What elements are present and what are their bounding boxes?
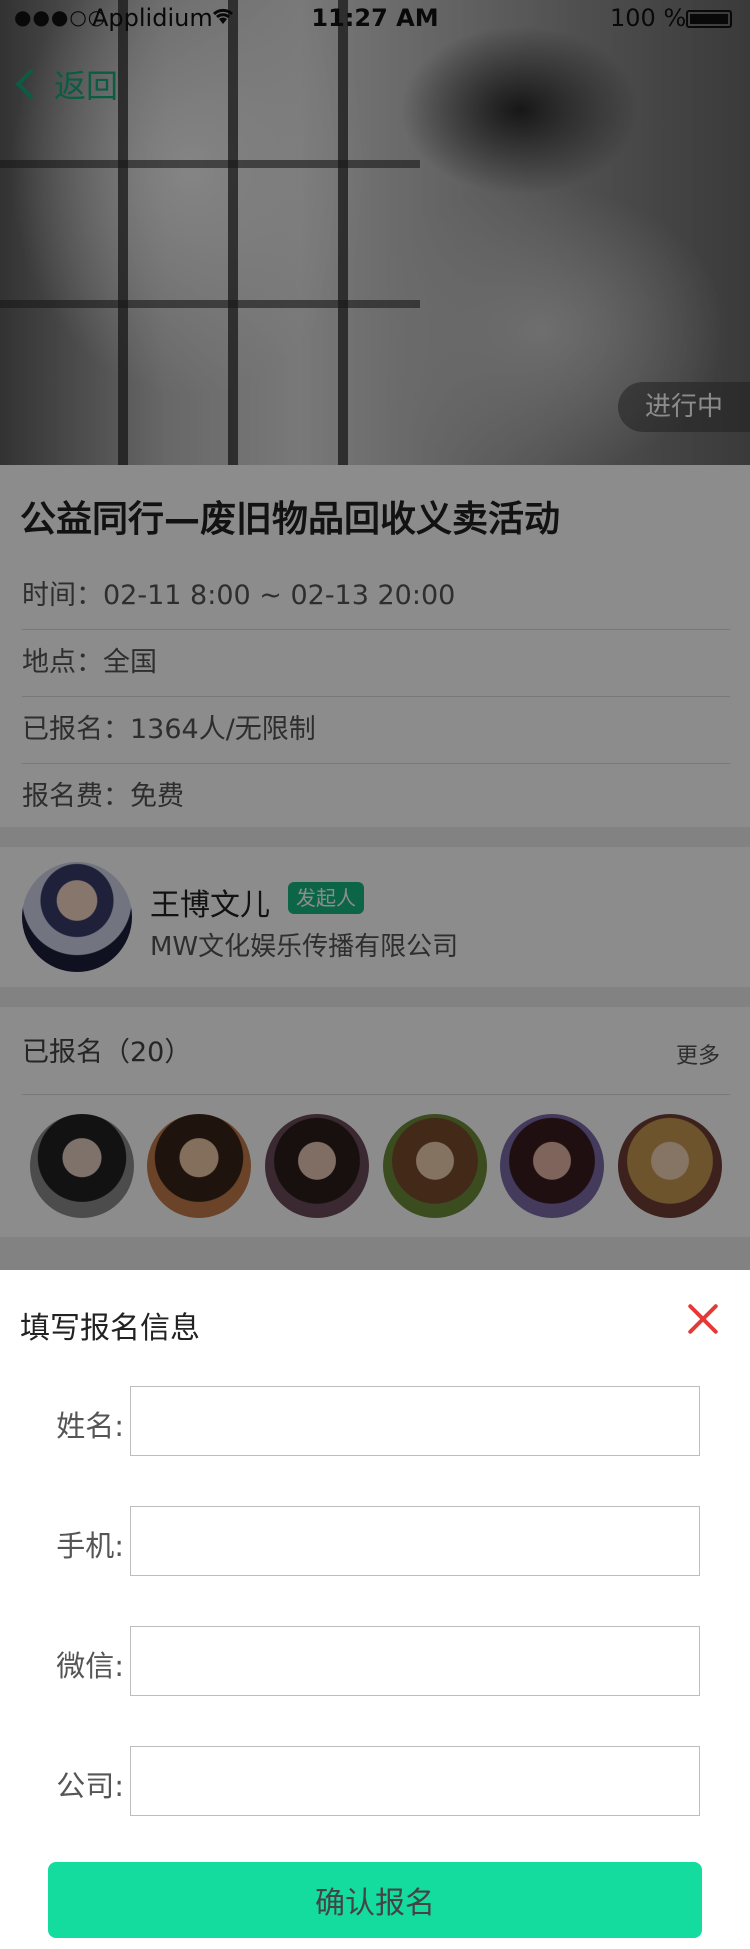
wechat-input[interactable]	[130, 1626, 700, 1696]
sheet-title: 填写报名信息	[20, 1311, 200, 1346]
name-input[interactable]	[130, 1386, 700, 1456]
phone-input[interactable]	[130, 1506, 700, 1576]
phone-label: 手机:	[56, 1529, 124, 1563]
company-input[interactable]	[130, 1746, 700, 1816]
company-label: 公司:	[56, 1769, 124, 1803]
modal-backdrop[interactable]	[0, 0, 750, 1270]
close-icon[interactable]	[686, 1302, 720, 1336]
registration-sheet	[0, 1270, 750, 1949]
name-label: 姓名:	[56, 1409, 124, 1443]
confirm-signup-button[interactable]: 确认报名	[48, 1862, 702, 1938]
wechat-label: 微信:	[56, 1649, 124, 1683]
